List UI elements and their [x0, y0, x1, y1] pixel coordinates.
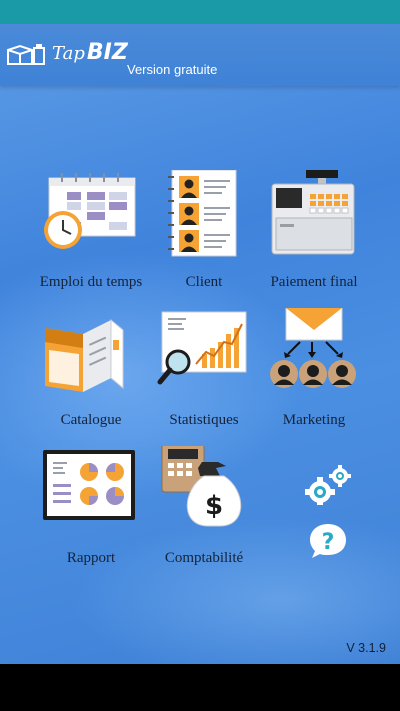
- contacts-icon: [168, 170, 237, 257]
- menu-accounting[interactable]: $ Comptabilité: [144, 446, 264, 576]
- menu-catalog[interactable]: Catalogue: [31, 308, 151, 438]
- svg-text:$: $: [205, 491, 223, 521]
- menu-payment-label: Paiement final: [270, 274, 358, 290]
- svg-text:?: ?: [322, 530, 335, 555]
- app-header: TapBIZ Version gratuite: [0, 24, 400, 86]
- question-bubble-icon[interactable]: ?: [308, 522, 348, 560]
- cash-register-icon: [271, 170, 355, 255]
- home-screen: TapBIZ Version gratuite Emploi du temps …: [0, 24, 400, 664]
- menu-schedule[interactable]: Emploi du temps: [31, 170, 151, 300]
- menu-payment[interactable]: Paiement final: [254, 170, 374, 300]
- status-bar: [0, 0, 400, 24]
- app-logo-icon: [7, 44, 45, 65]
- report-board-icon: [43, 450, 135, 520]
- app-version: V 3.1.9: [346, 641, 386, 655]
- edition-label: Version gratuite: [127, 62, 218, 77]
- mail-audience-icon: [270, 308, 356, 388]
- menu-accounting-label: Comptabilité: [164, 550, 244, 566]
- calendar-clock-icon: [44, 173, 136, 249]
- gears-icon[interactable]: [304, 464, 352, 506]
- menu-report[interactable]: Rapport: [31, 446, 151, 576]
- brochure-icon: [45, 318, 124, 392]
- app-brand: TapBIZ: [52, 40, 128, 65]
- chart-magnifier-icon: [157, 311, 247, 385]
- menu-marketing-label: Marketing: [282, 412, 346, 428]
- brand-biz: BIZ: [86, 40, 128, 65]
- calculator-moneybag-icon: $: [161, 446, 242, 527]
- brand-tap: Tap: [52, 43, 85, 64]
- menu-marketing[interactable]: Marketing: [254, 308, 374, 438]
- system-nav-bar: [0, 664, 400, 711]
